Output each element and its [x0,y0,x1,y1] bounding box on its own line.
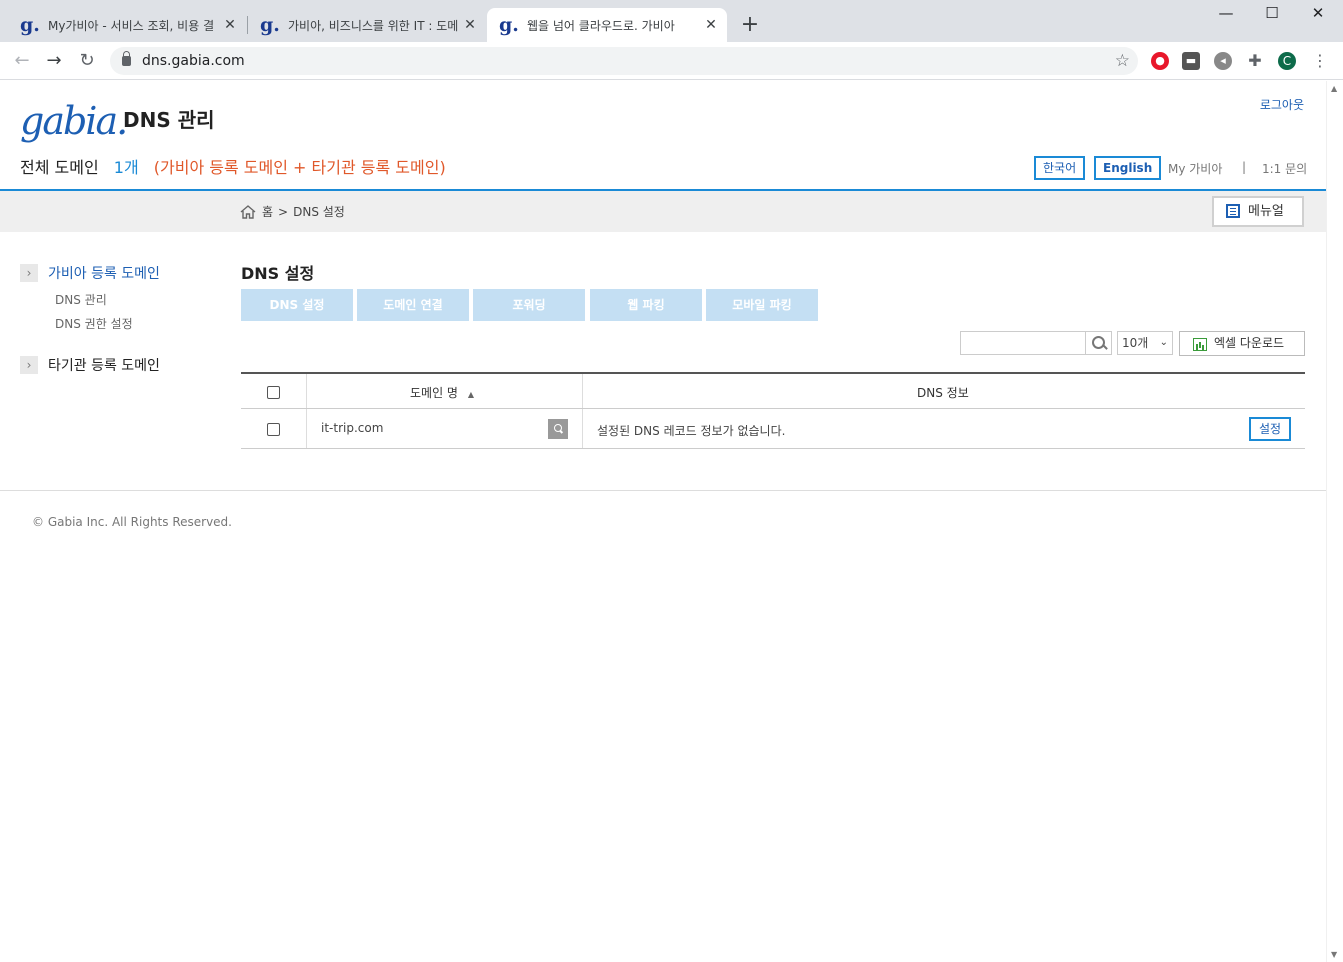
sidebar-item-dns-manage[interactable]: DNS 관리 [55,291,107,308]
manual-button[interactable]: 메뉴얼 [1212,196,1304,227]
my-gabia-link[interactable]: My 가비아 [1168,160,1222,177]
browser-tab-2[interactable]: g. 가비아, 비즈니스를 위한 IT : 도메 ✕ [248,8,486,42]
manual-label: 메뉴얼 [1248,204,1284,219]
bookmark-star-icon[interactable]: ☆ [1115,47,1130,75]
table-header: 도메인 명 ▲ DNS 정보 [241,372,1305,409]
column-header-domain-label: 도메인 명 [410,386,458,400]
domain-note: (가비아 등록 도메인 + 타기관 등록 도메인) [153,158,446,177]
copyright: © Gabia Inc. All Rights Reserved. [32,515,232,529]
browser-tab-title: 웹을 넘어 클라우드로. 가비아 [527,18,675,33]
page-size-value: 10개 [1122,336,1149,350]
inquiry-link[interactable]: 1:1 문의 [1262,160,1307,177]
sidebar-item-dns-permission[interactable]: DNS 권한 설정 [55,315,133,332]
gabia-favicon-icon: g. [20,13,40,36]
excel-chart-icon [1193,338,1207,351]
domain-name[interactable]: it-trip.com [321,421,383,435]
gabia-favicon-icon: g. [499,13,519,36]
sidebar-group-other[interactable]: › 타기관 등록 도메인 [20,355,160,375]
page-title: DNS 관리 [123,108,215,132]
sort-ascending-icon[interactable]: ▲ [468,390,474,399]
sidebar-group-gabia[interactable]: › 가비아 등록 도메인 [20,263,160,283]
new-tab-icon[interactable]: + [738,12,762,37]
page-content: gabia. DNS 관리 로그아웃 전체 도메인 1개 (가비아 등록 도메인… [0,81,1326,962]
browser-tab-title: My가비아 - 서비스 조회, 비용 결 [48,18,215,33]
column-divider [306,409,307,448]
lang-english-button[interactable]: English [1094,156,1162,180]
browser-tab-strip: g. My가비아 - 서비스 조회, 비용 결 ✕ g. 가비아, 비즈니스를 … [0,0,1343,42]
sidebar-group-label: 가비아 등록 도메인 [48,266,160,282]
excel-download-button[interactable]: 엑셀 다운로드 [1179,331,1305,356]
dns-info-text: 설정된 DNS 레코드 정보가 없습니다. [597,424,786,438]
scroll-up-icon[interactable]: ▲ [1331,84,1337,93]
select-all-checkbox[interactable] [267,386,280,399]
scroll-down-icon[interactable]: ▼ [1331,950,1337,959]
tab-forwarding[interactable]: 포워딩 [473,289,585,321]
close-tab-icon[interactable]: ✕ [462,17,478,33]
browser-menu-icon[interactable]: ⋮ [1311,52,1329,70]
lock-icon [122,51,131,66]
column-header-domain[interactable]: 도메인 명 ▲ [410,384,474,401]
maximize-icon[interactable]: ☐ [1249,4,1295,22]
forward-icon[interactable]: → [42,49,66,73]
column-header-dns: DNS 정보 [917,386,969,400]
domain-table: 도메인 명 ▲ DNS 정보 it-trip.com 설정된 DNS 레코드 정… [241,372,1305,449]
breadcrumb-separator: > [278,204,289,219]
excel-download-label: 엑셀 다운로드 [1214,336,1285,350]
logout-link[interactable]: 로그아웃 [1260,96,1304,113]
tab-web-parking[interactable]: 웹 파킹 [590,289,702,321]
browser-tab-3[interactable]: g. 웹을 넘어 클라우드로. 가비아 ✕ [487,8,727,42]
close-tab-icon[interactable]: ✕ [703,17,719,33]
incognito-extension-icon[interactable]: ▬ [1182,52,1200,70]
row-checkbox[interactable] [267,423,280,436]
sidebar-group-label: 타기관 등록 도메인 [48,358,160,374]
manual-icon [1226,204,1240,218]
extensions-puzzle-icon[interactable]: ✚ [1246,52,1264,70]
column-divider [306,374,307,408]
profile-avatar[interactable]: C [1278,52,1296,70]
page-scrollbar[interactable]: ▲ ▼ [1326,81,1343,962]
reload-icon[interactable]: ↻ [75,49,99,73]
dns-setting-button[interactable]: 설정 [1249,417,1291,441]
breadcrumb-home[interactable]: 홈 [262,203,273,220]
domain-lookup-icon[interactable] [548,419,568,439]
browser-tab-title: 가비아, 비즈니스를 위한 IT : 도메 [288,18,459,33]
window-close-icon[interactable]: ✕ [1295,4,1341,22]
chevron-down-icon: ⌄ [1159,337,1168,348]
url-text: dns.gabia.com [142,53,245,69]
table-row: it-trip.com 설정된 DNS 레코드 정보가 없습니다. 설정 [241,409,1305,449]
section-title: DNS 설정 [241,264,315,283]
domain-count: 1개 [113,158,139,177]
breadcrumb-bar: 홈 > DNS 설정 메뉴얼 [0,191,1326,232]
link-divider: | [1242,160,1247,174]
lang-korean-button[interactable]: 한국어 [1034,156,1086,180]
domain-summary: 전체 도메인 1개 (가비아 등록 도메인 + 타기관 등록 도메인) [20,154,446,178]
domain-search [960,331,1112,355]
back-icon[interactable]: ← [10,49,34,73]
share-extension-icon[interactable]: ◂ [1214,52,1232,70]
breadcrumb: 홈 > DNS 설정 [240,203,345,220]
footer-divider [0,490,1326,491]
column-divider [582,409,583,448]
search-input[interactable] [963,333,1085,353]
breadcrumb-current: DNS 설정 [293,205,345,219]
gabia-favicon-icon: g. [260,13,280,36]
tab-dns-settings[interactable]: DNS 설정 [241,289,353,321]
adblock-extension-icon[interactable]: ● [1151,52,1169,70]
close-tab-icon[interactable]: ✕ [222,17,238,33]
browser-toolbar: ← → ↻ dns.gabia.com ☆ ● ▬ ◂ ✚ C ⋮ [0,42,1343,80]
column-divider [582,374,583,408]
page-size-select[interactable]: 10개 ⌄ [1117,331,1173,355]
chevron-right-icon: › [20,264,38,282]
address-bar[interactable]: dns.gabia.com ☆ [110,47,1138,75]
all-domain-label: 전체 도메인 [20,158,99,177]
gabia-logo[interactable]: gabia. [20,99,128,143]
search-icon[interactable] [1085,332,1111,354]
tab-mobile-parking[interactable]: 모바일 파킹 [706,289,818,321]
chevron-right-icon: › [20,356,38,374]
browser-tab-1[interactable]: g. My가비아 - 서비스 조회, 비용 결 ✕ [8,8,246,42]
home-icon[interactable] [240,204,256,219]
minimize-icon[interactable]: — [1203,4,1249,22]
tab-domain-connect[interactable]: 도메인 연결 [357,289,469,321]
